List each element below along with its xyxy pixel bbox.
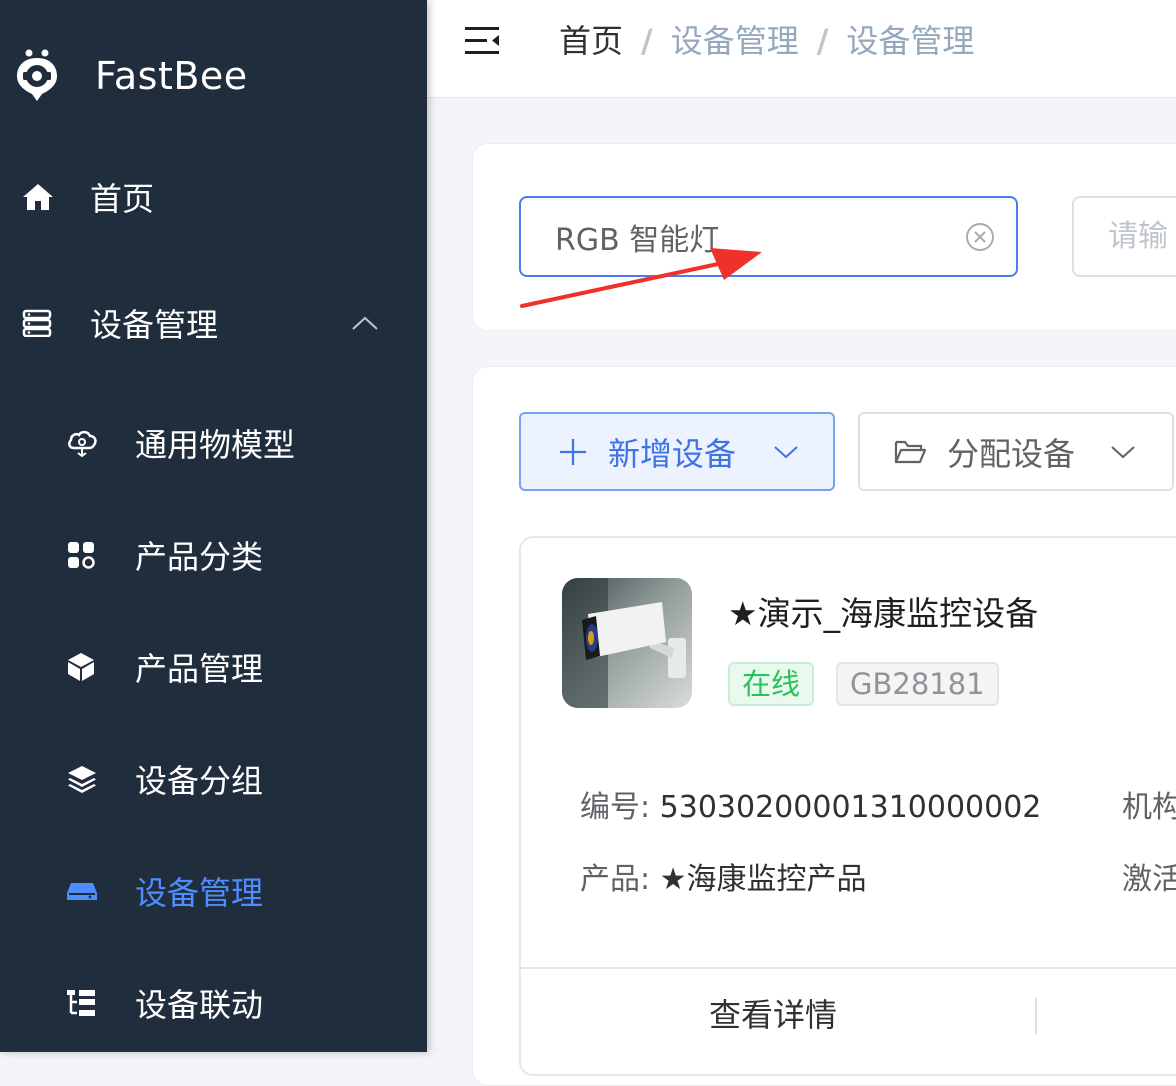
product-value: ★海康监控产品 [659, 862, 867, 897]
chevron-up-icon [352, 316, 378, 330]
top-header: 首页 / 设备管理 / 设备管理 [427, 0, 1176, 98]
sidebar-item-label: 产品管理 [135, 650, 264, 688]
sidebar: FastBee 首页 设备管理 通用物模型 产品分类 产品管理 设备分组 设备管… [0, 0, 427, 1052]
cloud-model-icon [68, 430, 97, 458]
cube-icon [68, 653, 94, 681]
sidebar-item-device-group[interactable]: 设备分组 [0, 734, 427, 824]
sidebar-item-label: 首页 [90, 180, 155, 218]
tree-icon [67, 990, 95, 1016]
sidebar-item-label: 设备分组 [135, 762, 264, 800]
product-label: 产品: [580, 862, 651, 897]
device-thumbnail [562, 578, 692, 708]
add-device-button[interactable]: 新增设备 [519, 412, 835, 491]
org-label: 机构 [1122, 790, 1176, 825]
sidebar-item-product-management[interactable]: 产品管理 [0, 622, 427, 712]
device-name[interactable]: ★演示_海康监控设备 [728, 593, 1038, 635]
sidebar-item-device-management[interactable]: 设备管理 [0, 846, 427, 936]
footer-vertical-divider [1035, 998, 1037, 1034]
plus-icon [560, 438, 586, 465]
sidebar-item-thing-model[interactable]: 通用物模型 [0, 398, 427, 488]
status-badge: 在线 [728, 662, 815, 706]
sidebar-item-label: 通用物模型 [135, 426, 296, 464]
device-name-search-field[interactable] [519, 196, 1018, 277]
protocol-badge: GB28181 [836, 662, 999, 706]
breadcrumb-current: 设备管理 [846, 22, 975, 60]
sidebar-item-label: 设备管理 [135, 874, 264, 912]
second-search-field[interactable] [1072, 196, 1176, 277]
chevron-down-icon [1111, 445, 1135, 458]
card-footer-divider [521, 967, 1176, 969]
activation-label: 激活 [1122, 862, 1176, 897]
clear-circle-icon[interactable] [964, 221, 996, 253]
assign-device-button[interactable]: 分配设备 [858, 412, 1174, 491]
server-icon [22, 309, 52, 337]
breadcrumb-home[interactable]: 首页 [559, 22, 623, 60]
camera-image-icon [562, 578, 692, 708]
serial-value: 53030200001310000002 [659, 790, 1042, 825]
device-product-row: 产品: ★海康监控产品 [580, 860, 867, 900]
device-name-input[interactable] [555, 198, 945, 275]
sidebar-item-label: 产品分类 [135, 538, 264, 576]
view-details-button[interactable]: 查看详情 [709, 994, 837, 1036]
chevron-down-icon [774, 445, 798, 458]
device-icon [67, 883, 97, 900]
home-icon [23, 184, 53, 210]
breadcrumb-device-management: 设备管理 [670, 22, 799, 60]
fastbee-logo-icon [17, 49, 57, 101]
breadcrumb-separator: / [641, 22, 653, 60]
breadcrumb-separator: / [816, 22, 829, 60]
folder-open-icon [894, 440, 926, 463]
sidebar-item-device-management-group[interactable]: 设备管理 [0, 278, 427, 368]
sidebar-item-home[interactable]: 首页 [0, 152, 427, 242]
device-serial-row: 编号: 53030200001310000002 [580, 788, 1041, 828]
menu-fold-icon[interactable] [465, 24, 501, 58]
category-icon [68, 542, 95, 569]
assign-device-label: 分配设备 [947, 434, 1076, 473]
serial-label: 编号: [580, 790, 651, 825]
sidebar-item-label: 设备管理 [90, 306, 219, 344]
add-device-label: 新增设备 [608, 434, 737, 473]
second-search-input[interactable] [1108, 198, 1176, 275]
sidebar-item-product-category[interactable]: 产品分类 [0, 510, 427, 600]
sidebar-item-label: 设备联动 [135, 986, 264, 1024]
brand-name: FastBee [95, 54, 248, 98]
breadcrumb: 首页 / 设备管理 / 设备管理 [559, 20, 974, 62]
sidebar-item-device-linkage[interactable]: 设备联动 [0, 958, 427, 1048]
layers-icon [68, 766, 96, 793]
